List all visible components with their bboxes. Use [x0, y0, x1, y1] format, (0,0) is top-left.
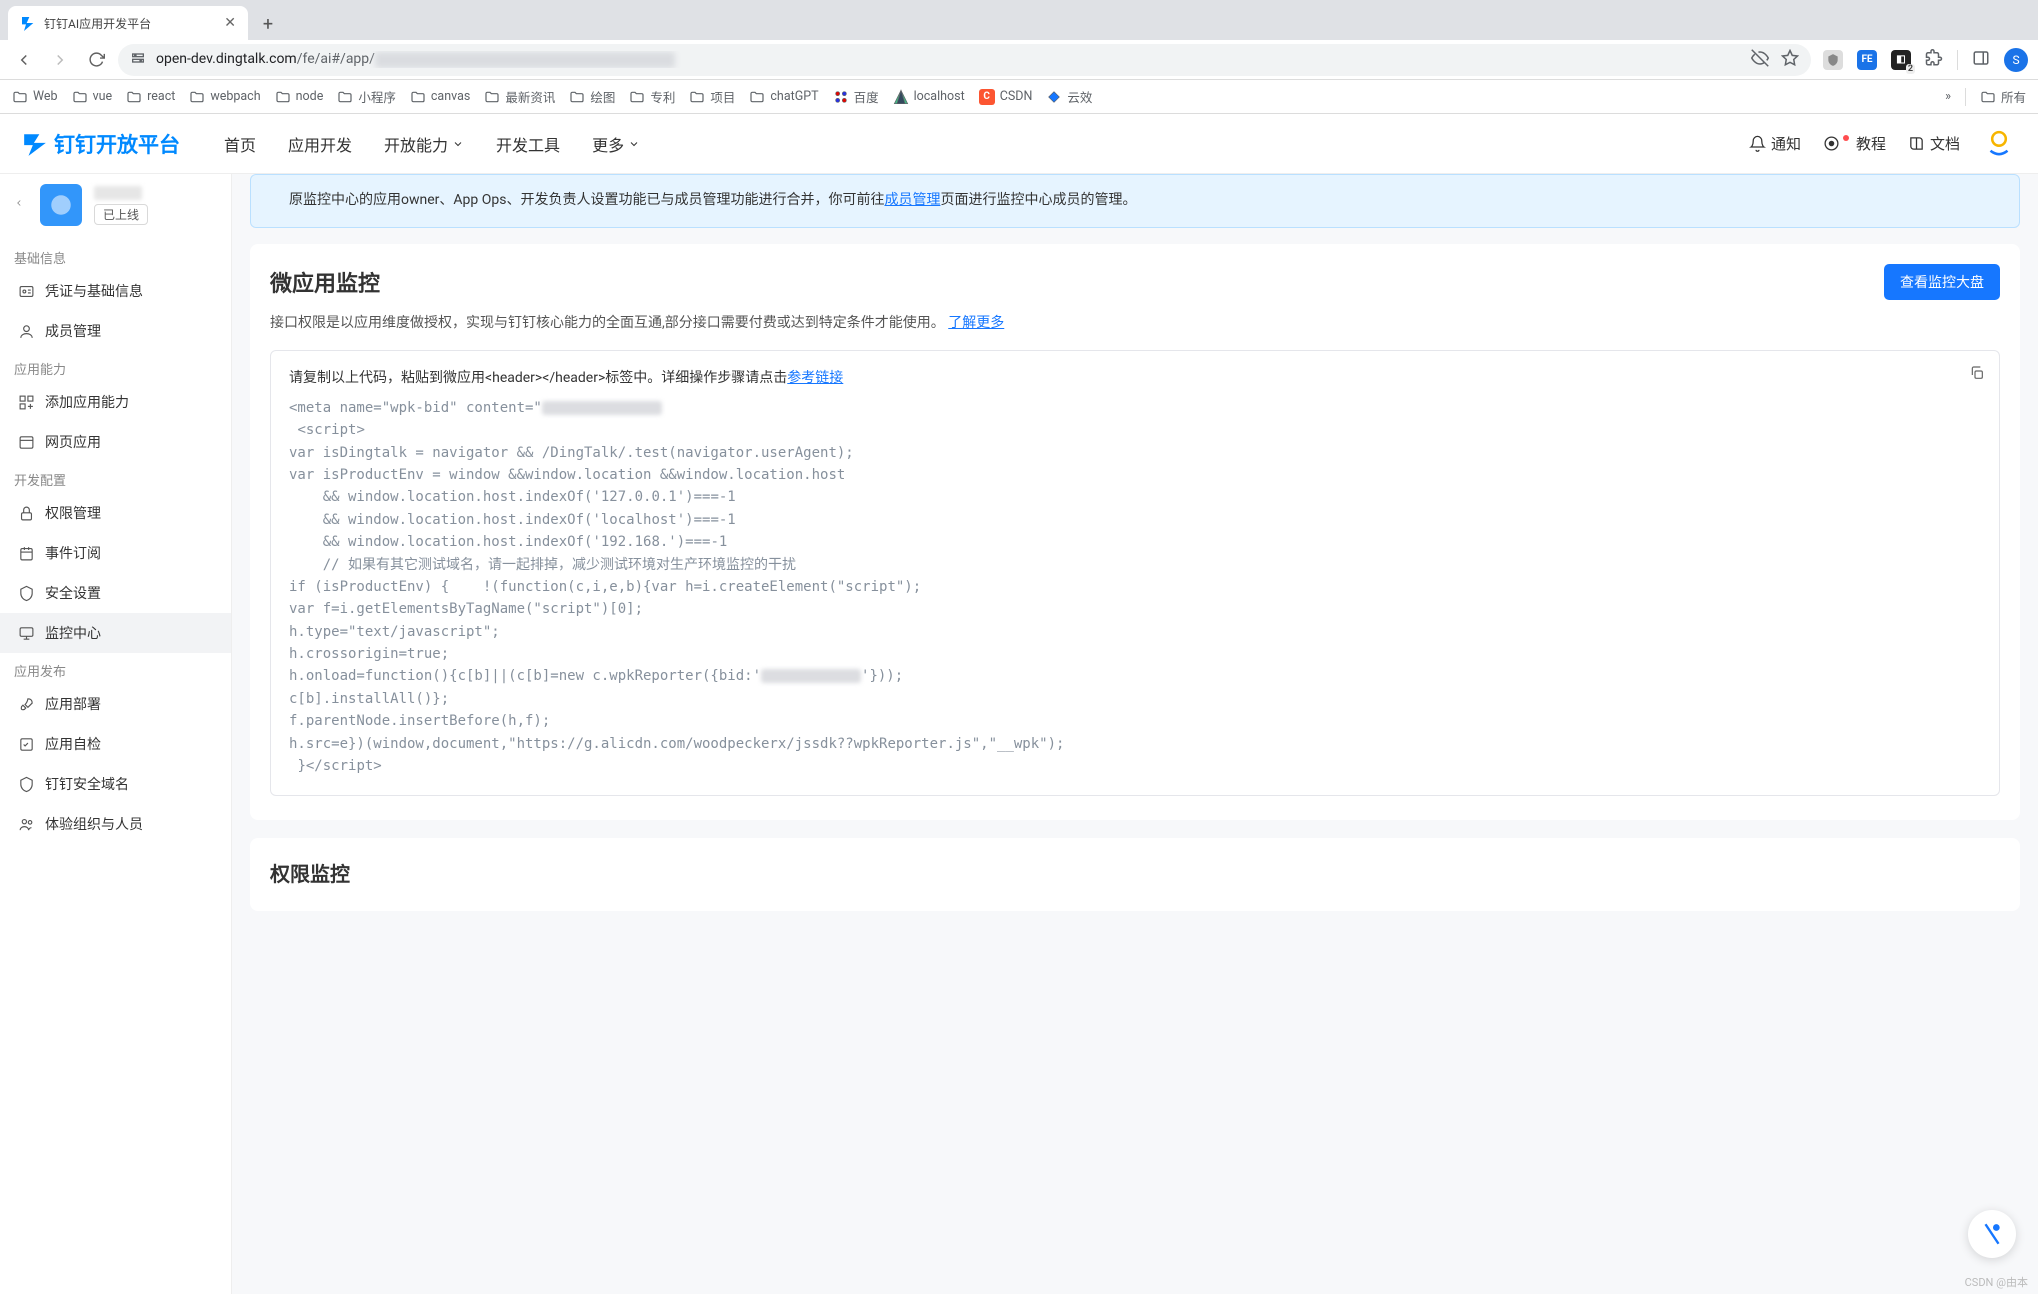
- bookmarks-bar: Webvue react webpach node 小程序 canvas 最新资讯绘图专利项…: [0, 80, 2038, 114]
- eye-off-icon[interactable]: [1751, 49, 1769, 71]
- sidebar-item-deploy[interactable]: 应用部署: [0, 684, 231, 724]
- sidebar-item-permissions[interactable]: 权限管理: [0, 493, 231, 533]
- code-instruction: 请复制以上代码，粘贴到微应用<header></header>标签中。详细操作步…: [289, 367, 1981, 387]
- content-area: 原监控中心的应用owner、App Ops、开发负责人设置功能已与成员管理功能进…: [232, 174, 2038, 1294]
- back-button[interactable]: [10, 46, 38, 74]
- bookmark-react[interactable]: react: [126, 89, 175, 105]
- forward-button[interactable]: [46, 46, 74, 74]
- bookmarks-overflow-icon[interactable]: »: [1945, 89, 1951, 104]
- back-chevron-icon[interactable]: [14, 195, 28, 215]
- bookmark-云效[interactable]: 云效: [1046, 87, 1092, 106]
- sidebar-group-开发配置: 开发配置: [0, 462, 231, 493]
- bookmark-all-folder[interactable]: 所有: [1980, 87, 2026, 106]
- code-box: 请复制以上代码，粘贴到微应用<header></header>标签中。详细操作步…: [270, 350, 2000, 797]
- nav-right: 通知 教程 文档: [1749, 127, 2016, 161]
- brand-logo[interactable]: 钉钉开放平台: [22, 129, 180, 159]
- info-alert: 原监控中心的应用owner、App Ops、开发负责人设置功能已与成员管理功能进…: [250, 174, 2020, 228]
- learn-more-link[interactable]: 了解更多: [948, 315, 1004, 331]
- extension-icons: FE ◧2 S: [1819, 48, 2028, 72]
- tutorial-link[interactable]: 教程: [1823, 133, 1886, 154]
- bookmark-CSDN[interactable]: CCSDN: [979, 89, 1033, 105]
- view-dashboard-button[interactable]: 查看监控大盘: [1884, 264, 2000, 300]
- monitor-card: 微应用监控 查看监控大盘 接口权限是以应用维度做授权，实现与钉钉核心能力的全面互…: [250, 244, 2020, 821]
- bookmark-webpach[interactable]: webpach: [189, 89, 260, 105]
- copy-code-icon[interactable]: [1969, 365, 1985, 385]
- alert-link[interactable]: 成员管理: [884, 192, 940, 208]
- docs-link[interactable]: 文档: [1908, 133, 1960, 154]
- nav-开发工具[interactable]: 开发工具: [496, 132, 560, 156]
- ext-shield-icon[interactable]: [1823, 50, 1843, 70]
- browser-tab-bar: 钉钉AI应用开发平台 ✕ +: [0, 0, 2038, 40]
- sidebar-item-web-app[interactable]: 网页应用: [0, 422, 231, 462]
- sidebar-item-add-capability[interactable]: 添加应用能力: [0, 382, 231, 422]
- bookmark-专利[interactable]: 专利: [629, 87, 675, 106]
- red-dot-icon: [1843, 135, 1849, 141]
- nav-开放能力[interactable]: 开放能力: [384, 132, 464, 156]
- status-pill: 已上线: [94, 204, 148, 225]
- reload-button[interactable]: [82, 46, 110, 74]
- card-subtitle: 接口权限是以应用维度做授权，实现与钉钉核心能力的全面互通,部分接口需要付费或达到…: [270, 312, 2000, 332]
- address-bar[interactable]: open-dev.dingtalk.com/fe/ai#/app/: [118, 44, 1811, 76]
- ext-badge-icon[interactable]: ◧2: [1891, 50, 1911, 70]
- section-title: 权限监控: [270, 858, 2000, 887]
- browser-tab[interactable]: 钉钉AI应用开发平台 ✕: [8, 6, 248, 40]
- ext-fe-icon[interactable]: FE: [1857, 50, 1877, 70]
- permissions-monitor-card: 权限监控: [250, 838, 2020, 911]
- sidebar-group-基础信息: 基础信息: [0, 240, 231, 271]
- bookmark-最新资讯[interactable]: 最新资讯: [484, 87, 555, 106]
- card-title: 微应用监控: [270, 266, 380, 298]
- side-panel-icon[interactable]: [1972, 49, 1990, 71]
- close-tab-icon[interactable]: ✕: [224, 15, 236, 31]
- bookmark-百度[interactable]: 百度: [833, 87, 879, 106]
- nav-更多[interactable]: 更多: [592, 132, 640, 156]
- tab-title: 钉钉AI应用开发平台: [44, 15, 151, 32]
- bookmark-绘图[interactable]: 绘图: [569, 87, 615, 106]
- nav-links: 首页 应用开发 开放能力 开发工具 更多: [224, 132, 640, 156]
- nav-应用开发[interactable]: 应用开发: [288, 132, 352, 156]
- bookmark-小程序[interactable]: 小程序: [337, 87, 396, 106]
- sidebar-group-应用能力: 应用能力: [0, 351, 231, 382]
- app-name-blurred: [94, 186, 142, 200]
- tab-favicon-icon: [20, 15, 36, 31]
- bookmark-canvas[interactable]: canvas: [410, 89, 470, 105]
- sidebar-item-members[interactable]: 成员管理: [0, 311, 231, 351]
- app-icon: [40, 184, 82, 226]
- bookmark-localhost[interactable]: localhost: [893, 89, 965, 105]
- sidebar-item-security[interactable]: 安全设置: [0, 573, 231, 613]
- app-top-nav: 钉钉开放平台 首页 应用开发 开放能力 开发工具 更多 通知 教程 文档: [0, 114, 2038, 174]
- nav-首页[interactable]: 首页: [224, 132, 256, 156]
- reference-link[interactable]: 参考链接: [787, 370, 843, 386]
- bookmark-项目[interactable]: 项目: [689, 87, 735, 106]
- sidebar: 已上线 基础信息凭证与基础信息成员管理应用能力添加应用能力网页应用开发配置权限管…: [0, 174, 232, 1294]
- bookmark-node[interactable]: node: [275, 89, 324, 105]
- bookmark-vue[interactable]: vue: [72, 89, 113, 105]
- new-tab-button[interactable]: +: [254, 10, 282, 38]
- extensions-puzzle-icon[interactable]: [1925, 49, 1943, 71]
- sidebar-item-credentials[interactable]: 凭证与基础信息: [0, 271, 231, 311]
- code-content[interactable]: <meta name="wpk-bid" content=" <script> …: [289, 397, 1981, 778]
- sidebar-item-experience[interactable]: 体验组织与人员: [0, 804, 231, 844]
- notify-link[interactable]: 通知: [1749, 133, 1801, 154]
- url-text: open-dev.dingtalk.com/fe/ai#/app/: [156, 51, 1741, 67]
- browser-toolbar: open-dev.dingtalk.com/fe/ai#/app/ FE ◧2 …: [0, 40, 2038, 80]
- sidebar-header: 已上线: [0, 174, 231, 240]
- help-fab[interactable]: [1968, 1210, 2016, 1258]
- site-settings-icon[interactable]: [130, 50, 146, 70]
- sidebar-item-selfcheck[interactable]: 应用自检: [0, 724, 231, 764]
- corp-logo[interactable]: [1982, 127, 2016, 161]
- bookmark-chatGPT[interactable]: chatGPT: [749, 89, 818, 105]
- sidebar-item-monitor[interactable]: 监控中心: [0, 613, 231, 653]
- sidebar-group-应用发布: 应用发布: [0, 653, 231, 684]
- watermark: CSDN @由本: [1965, 1274, 2028, 1290]
- profile-avatar[interactable]: S: [2004, 48, 2028, 72]
- sidebar-item-safedomain[interactable]: 钉钉安全域名: [0, 764, 231, 804]
- bookmark-star-icon[interactable]: [1781, 49, 1799, 71]
- bookmark-Web[interactable]: Web: [12, 89, 58, 105]
- sidebar-item-events[interactable]: 事件订阅: [0, 533, 231, 573]
